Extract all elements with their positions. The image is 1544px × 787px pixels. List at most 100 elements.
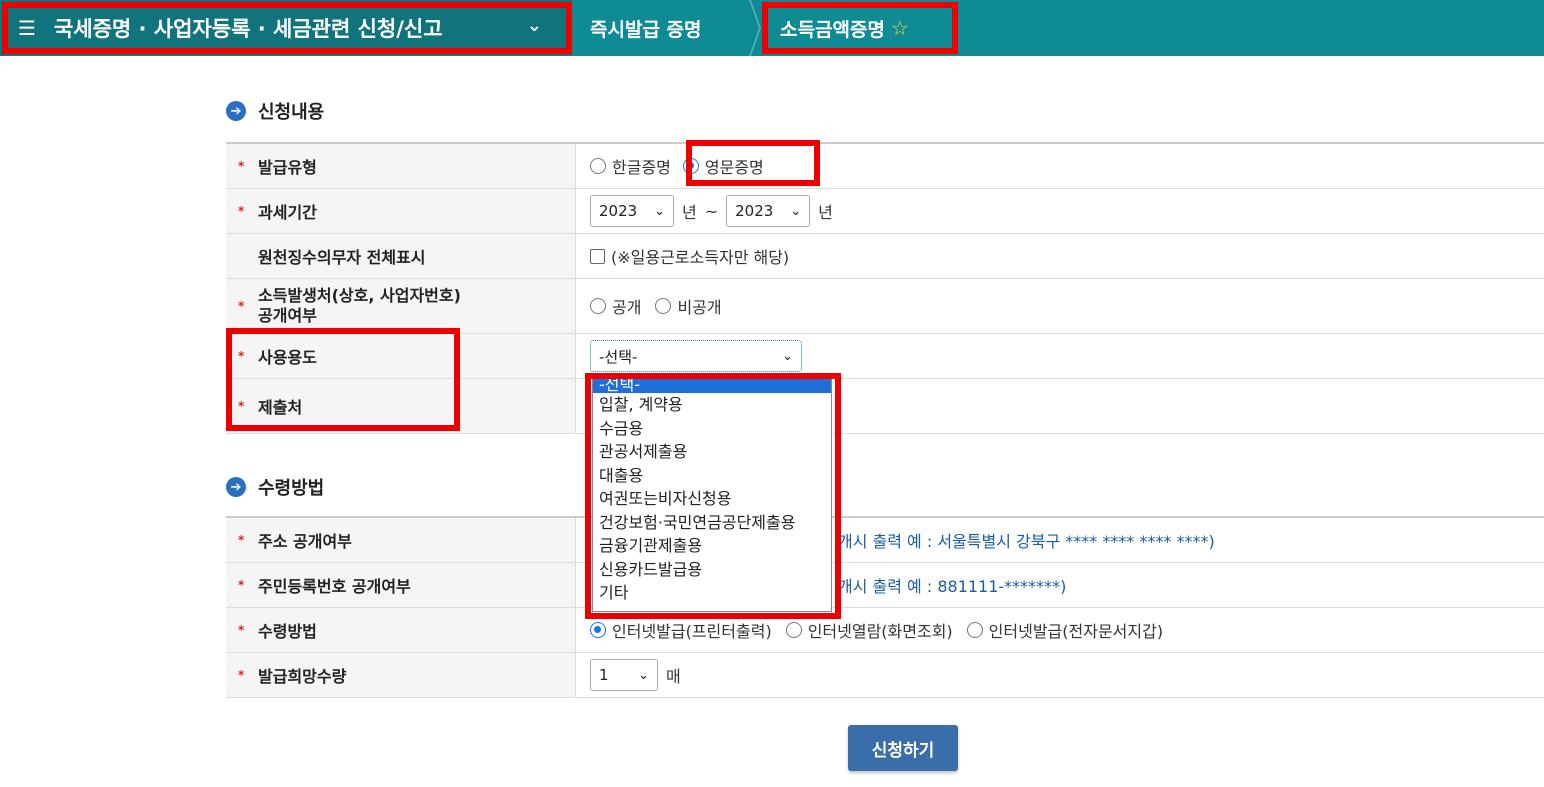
label-tax-period: * 과세기간 (226, 189, 576, 233)
row-receive-method: * 수령방법 인터넷발급(프린터출력) 인터넷열람(화면조회) 인터넷발급(전자문… (226, 608, 1544, 653)
quantity-unit: 매 (666, 667, 681, 686)
dropdown-option[interactable]: 여권또는비자신청용 (593, 487, 831, 511)
required-mark: * (238, 623, 245, 637)
section-title-receive: ➔ 수령방법 (226, 474, 324, 500)
required-mark: * (238, 299, 245, 313)
required-mark: * (238, 159, 245, 173)
rrn-example: 개시 출력 예 : 881111-*******) (838, 577, 1067, 596)
label-text: 주민등록번호 공개여부 (258, 577, 411, 596)
label-withholding: 원천징수의무자 전체표시 (226, 234, 576, 278)
dropdown-option[interactable]: -선택- (593, 377, 831, 393)
required-mark: * (238, 399, 245, 413)
label-rrn: * 주민등록번호 공개여부 (226, 563, 576, 607)
chevron-down-icon: ⌄ (654, 203, 665, 219)
label-text: 사용용도 (258, 348, 317, 367)
row-rrn: * 주민등록번호 공개여부 개시 출력 예 : 881111-*******) (226, 563, 1544, 608)
chevron-down-icon: ⌄ (790, 203, 802, 219)
label-receive-method: * 수령방법 (226, 608, 576, 652)
application-form-table: * 발급유형 한글증명 영문증명 * 과세기간 2023 ⌄ 년 ~ 2023 ⌄ 년 … (226, 142, 1544, 434)
dropdown-option[interactable]: 수금용 (593, 417, 831, 441)
section-title-text: 신청내용 (258, 102, 325, 123)
arrow-circle-icon: ➔ (226, 477, 246, 497)
dropdown-option[interactable]: 입찰, 계약용 (593, 393, 831, 417)
usage-dropdown-list[interactable]: -선택- 입찰, 계약용 수금용 관공서제출용 대출용 여권또는비자신청용 건강… (592, 377, 832, 612)
category-menu-button[interactable]: ☰ 국세증명 · 사업자등록 · 세금관련 신청/신고 ⌄ (0, 0, 572, 56)
row-issue-type: * 발급유형 한글증명 영문증명 (226, 144, 1544, 189)
select-value: 2023 (599, 202, 638, 220)
favorite-star-icon[interactable]: ☆ (891, 16, 909, 40)
category-menu-title: 국세증명 · 사업자등록 · 세금관련 신청/신고 (53, 17, 443, 41)
breadcrumb-instant-certificate[interactable]: 즉시발급 증명 (590, 0, 702, 56)
label-usage: * 사용용도 (226, 334, 576, 378)
address-example: 개시 출력 예 : 서울특별시 강북구 **** **** **** ****) (838, 532, 1215, 551)
dropdown-option[interactable]: 기타 (593, 581, 831, 605)
dropdown-option[interactable]: 신용카드발급용 (593, 558, 831, 582)
label-text: 발급희망수량 (258, 667, 347, 686)
radio-e-wallet[interactable] (966, 622, 983, 638)
row-address: * 주소 공개여부 개시 출력 예 : 서울특별시 강북구 **** **** *… (226, 518, 1544, 563)
chevron-down-icon: ⌄ (526, 15, 542, 36)
section-title-text: 수령방법 (258, 478, 325, 499)
withholding-checkbox[interactable] (590, 248, 605, 264)
tilde: ~ (704, 201, 719, 221)
radio-private[interactable] (655, 298, 672, 314)
usage-select[interactable]: -선택- ⌄ (590, 340, 802, 372)
section-title-application: ➔ 신청내용 (226, 98, 324, 124)
label-quantity: * 발급희망수량 (226, 653, 576, 697)
row-submit-to: * 제출처 (226, 379, 1544, 434)
dropdown-option[interactable]: 금융기관제출용 (593, 534, 831, 558)
radio-internet-view[interactable] (785, 622, 802, 638)
row-quantity: * 발급희망수량 1 ⌄ 매 (226, 653, 1544, 698)
required-mark: * (238, 578, 245, 592)
radio-english[interactable] (682, 158, 699, 174)
label-text-line2: 공개여부 (258, 306, 317, 325)
row-withholding: 원천징수의무자 전체표시 (※일용근로소득자만 해당) (226, 234, 1544, 279)
required-mark: * (238, 349, 245, 363)
label-income-source: * 소득발생처(상호, 사업자번호) 공개여부 (226, 279, 576, 333)
arrow-circle-icon: ➔ (226, 101, 246, 121)
label-issue-type: * 발급유형 (226, 144, 576, 188)
radio-e-wallet-label: 인터넷발급(전자문서지갑) (988, 622, 1164, 641)
label-text: 제출처 (258, 398, 303, 417)
quantity-select[interactable]: 1 ⌄ (590, 659, 658, 691)
label-text: 원천징수의무자 전체표시 (258, 248, 426, 267)
dropdown-option[interactable]: 대출용 (593, 464, 831, 488)
dropdown-option[interactable]: 건강보험·국민연금공단제출용 (593, 511, 831, 535)
year-unit: 년 (818, 203, 833, 222)
receive-form-table: * 주소 공개여부 개시 출력 예 : 서울특별시 강북구 **** **** *… (226, 516, 1544, 698)
label-address: * 주소 공개여부 (226, 518, 576, 562)
breadcrumb-income-label: 소득금액증명 (780, 18, 885, 41)
label-text: 주소 공개여부 (258, 532, 352, 551)
breadcrumb-income-certificate[interactable]: 소득금액증명 ☆ (780, 0, 909, 56)
radio-korean-label: 한글증명 (612, 158, 671, 177)
label-text-line1: 소득발생처(상호, 사업자번호) (258, 286, 461, 305)
radio-korean[interactable] (590, 158, 606, 174)
year-unit: 년 (682, 203, 697, 222)
row-tax-period: * 과세기간 2023 ⌄ 년 ~ 2023 ⌄ 년 (226, 189, 1544, 234)
label-text: 발급유형 (258, 158, 317, 177)
dropdown-option[interactable]: 관공서제출용 (593, 440, 831, 464)
chevron-down-icon: ⌄ (638, 667, 649, 683)
radio-english-label: 영문증명 (704, 158, 764, 177)
select-value: -선택- (599, 347, 638, 366)
select-value: 2023 (735, 202, 774, 220)
tax-period-from-select[interactable]: 2023 ⌄ (590, 195, 674, 227)
chevron-down-icon: ⌄ (782, 348, 793, 364)
radio-private-label: 비공개 (677, 298, 722, 317)
radio-public[interactable] (590, 298, 606, 314)
tax-period-to-select[interactable]: 2023 ⌄ (726, 195, 811, 227)
radio-internet-print[interactable] (590, 622, 606, 638)
required-mark: * (238, 204, 245, 218)
label-submit-to: * 제출처 (226, 379, 576, 433)
required-mark: * (238, 533, 245, 547)
row-income-source: * 소득발생처(상호, 사업자번호) 공개여부 공개 비공개 (226, 279, 1544, 334)
hamburger-icon: ☰ (18, 16, 36, 40)
submit-application-button[interactable]: 신청하기 (848, 725, 958, 771)
radio-internet-view-label: 인터넷열람(화면조회) (807, 622, 953, 641)
withholding-note: (※일용근로소득자만 해당) (611, 248, 790, 267)
radio-public-label: 공개 (612, 298, 642, 317)
breadcrumb-separator (749, 0, 761, 56)
select-value: 1 (599, 666, 609, 684)
row-usage: * 사용용도 -선택- ⌄ (226, 334, 1544, 379)
radio-internet-print-label: 인터넷발급(프린터출력) (612, 622, 772, 641)
